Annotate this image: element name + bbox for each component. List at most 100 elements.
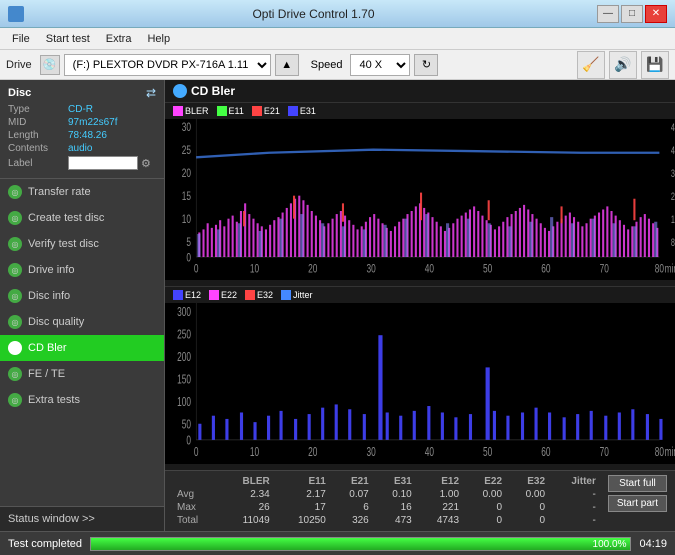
chart-bottom: E12 E22 E32 Jitter [165, 287, 675, 470]
legend-e31: E31 [288, 106, 316, 116]
disc-length-label: Length [8, 130, 68, 141]
svg-text:70: 70 [600, 263, 609, 276]
legend-e31-label: E31 [300, 106, 316, 116]
sidebar-item-create-test-disc[interactable]: ◎ Create test disc [0, 205, 164, 231]
stats-header-e21: E21 [330, 475, 373, 488]
stats-area: BLER E11 E21 E31 E12 E22 E32 Jitter Avg [165, 470, 675, 531]
sidebar-item-drive-info[interactable]: ◎ Drive info [0, 257, 164, 283]
eject-button[interactable]: ▲ [275, 54, 299, 76]
svg-text:80: 80 [655, 263, 664, 276]
start-part-button[interactable]: Start part [608, 495, 667, 512]
sidebar: Disc ⇄ Type CD-R MID 97m22s67f Length 78… [0, 80, 165, 531]
chart-bottom-legend: E12 E22 E32 Jitter [165, 287, 675, 303]
svg-text:200: 200 [177, 350, 191, 364]
row-max-e21: 6 [330, 501, 373, 514]
svg-text:30: 30 [366, 263, 375, 276]
menu-start-test[interactable]: Start test [38, 31, 98, 47]
menu-extra[interactable]: Extra [98, 31, 140, 47]
disc-type-value: CD-R [68, 104, 93, 115]
row-max-e22: 0 [463, 501, 506, 514]
table-row: Avg 2.34 2.17 0.07 0.10 1.00 0.00 0.00 - [173, 488, 600, 501]
svg-text:10: 10 [250, 445, 259, 459]
titlebar: Opti Drive Control 1.70 — □ ✕ [0, 0, 675, 28]
progress-percent: 100.0% [593, 539, 627, 550]
svg-text:70: 70 [600, 445, 609, 459]
svg-text:min: min [665, 263, 675, 276]
sidebar-item-extra-tests[interactable]: ◎ Extra tests [0, 387, 164, 413]
svg-text:30: 30 [182, 122, 191, 135]
svg-text:40 X: 40 X [671, 145, 675, 157]
svg-text:300: 300 [177, 305, 191, 319]
speed-select[interactable]: 40 X [350, 54, 410, 76]
legend-jitter: Jitter [281, 290, 313, 300]
minimize-button[interactable]: — [597, 5, 619, 23]
menu-file[interactable]: File [4, 31, 38, 47]
stats-header-e31: E31 [373, 475, 416, 488]
disc-contents-value: audio [68, 143, 92, 154]
legend-e22-label: E22 [221, 290, 237, 300]
main-area: Disc ⇄ Type CD-R MID 97m22s67f Length 78… [0, 80, 675, 531]
menubar: File Start test Extra Help [0, 28, 675, 50]
save-button[interactable]: 💾 [641, 51, 669, 79]
sidebar-item-verify-test-disc[interactable]: ◎ Verify test disc [0, 231, 164, 257]
row-avg-e32: 0.00 [506, 488, 549, 501]
svg-text:24 X: 24 X [671, 191, 675, 203]
nav-icon-create: ◎ [8, 211, 22, 225]
row-max-jitter: - [549, 501, 600, 514]
legend-e32: E32 [245, 290, 273, 300]
row-total-e32: 0 [506, 514, 549, 527]
speed-label: Speed [311, 59, 343, 71]
status-time: 04:19 [639, 538, 667, 550]
window-controls: — □ ✕ [597, 5, 667, 23]
status-window-button[interactable]: Status window >> [0, 506, 164, 531]
row-avg-e31: 0.10 [373, 488, 416, 501]
menu-help[interactable]: Help [139, 31, 178, 47]
nav-icon-disc-quality: ◎ [8, 315, 22, 329]
nav-label-fe-te: FE / TE [28, 368, 65, 380]
drivebar: Drive 💿 (F:) PLEXTOR DVDR PX-716A 1.11 ▲… [0, 50, 675, 80]
nav-label-drive-info: Drive info [28, 264, 74, 276]
svg-text:60: 60 [541, 263, 550, 276]
legend-e11: E11 [217, 106, 244, 116]
close-button[interactable]: ✕ [645, 5, 667, 23]
eraser-button[interactable]: 🧹 [577, 51, 605, 79]
disc-length-value: 78:48.26 [68, 130, 107, 141]
sidebar-item-transfer-rate[interactable]: ◎ Transfer rate [0, 179, 164, 205]
sidebar-item-disc-info[interactable]: ◎ Disc info [0, 283, 164, 309]
drive-icon: 💿 [40, 55, 60, 75]
chart-header: CD Bler [165, 80, 675, 103]
sidebar-item-disc-quality[interactable]: ◎ Disc quality [0, 309, 164, 335]
status-window-label: Status window >> [8, 513, 95, 525]
app-title: Opti Drive Control 1.70 [30, 7, 597, 21]
sidebar-item-cd-bler[interactable]: ◎ CD Bler [0, 335, 164, 361]
disc-label-label: Label [8, 158, 68, 169]
gear-icon[interactable]: ⚙ [141, 157, 151, 170]
start-full-button[interactable]: Start full [608, 475, 667, 492]
disc-contents-label: Contents [8, 143, 68, 154]
row-total-e11: 10250 [274, 514, 330, 527]
stats-header-e22: E22 [463, 475, 506, 488]
chart-top-legend: BLER E11 E21 E31 [165, 103, 675, 119]
svg-text:20: 20 [182, 168, 191, 181]
chart-top: BLER E11 E21 E31 [165, 103, 675, 287]
legend-e22: E22 [209, 290, 237, 300]
nav-icon-drive: ◎ [8, 263, 22, 277]
nav-icon-transfer: ◎ [8, 185, 22, 199]
disc-arrow-icon[interactable]: ⇄ [146, 86, 156, 100]
row-total-e31: 473 [373, 514, 416, 527]
svg-text:0: 0 [186, 252, 191, 265]
row-avg-e22: 0.00 [463, 488, 506, 501]
maximize-button[interactable]: □ [621, 5, 643, 23]
disc-label-input[interactable] [68, 156, 138, 170]
rip-button[interactable]: 🔊 [609, 51, 637, 79]
stats-header-row-label [173, 475, 219, 488]
svg-text:80: 80 [655, 445, 664, 459]
svg-text:0: 0 [194, 445, 199, 459]
drive-select[interactable]: (F:) PLEXTOR DVDR PX-716A 1.11 [64, 54, 271, 76]
svg-text:50: 50 [483, 445, 492, 459]
sidebar-item-fe-te[interactable]: ◎ FE / TE [0, 361, 164, 387]
refresh-button[interactable]: ↻ [414, 54, 438, 76]
table-row: Max 26 17 6 16 221 0 0 - [173, 501, 600, 514]
start-buttons: Start full Start part [608, 475, 667, 512]
row-total-bler: 11049 [219, 514, 274, 527]
